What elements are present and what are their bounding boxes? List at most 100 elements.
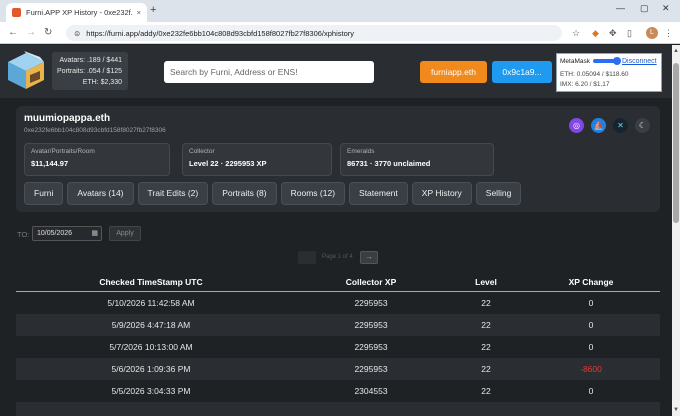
metamask-panel: MetaMask Disconnect ETH: 0.05094 / $118.… (556, 53, 662, 92)
calendar-icon[interactable]: ▦ (91, 227, 98, 240)
collector-label: Collector (189, 148, 215, 155)
scrollbar-thumb[interactable] (673, 63, 679, 223)
window-close-icon[interactable]: ✕ (662, 3, 670, 14)
cell-timestamp: 5/7/2026 10:13:00 AM (109, 342, 193, 352)
metamask-extension-icon[interactable]: ◆ (592, 28, 599, 39)
metamask-label: MetaMask (560, 57, 590, 65)
cell-xp-change: 0 (588, 386, 594, 396)
cell-xp-change: 0 (588, 320, 594, 330)
table-row: 5/10/2026 11:42:58 AM 2295953 22 0 (16, 292, 660, 314)
url-field[interactable]: ⊜ https://furni.app/addy/0xe232fe6bb104c… (66, 25, 562, 41)
tab-selling[interactable]: Selling (475, 182, 522, 205)
cell-xp-change: -8600 (580, 364, 602, 374)
url-text: https://furni.app/addy/0xe232fe6bb104c80… (86, 28, 355, 38)
table-row: 5/9/2026 4:47:18 AM 2295953 22 0 (16, 314, 660, 336)
scroll-down-icon[interactable]: ▼ (672, 406, 680, 414)
value-amount: $11,144.97 (31, 159, 69, 168)
browser-tab-bar: Furni.APP XP History - 0xe232f... × + — … (0, 0, 680, 22)
metamask-toggle[interactable] (592, 57, 621, 65)
emeralds-label: Emeralds (347, 148, 375, 155)
profile-nav: Furni Avatars (14) Trait Edits (2) Portr… (24, 182, 522, 205)
cell-collector-xp: 2295953 (354, 320, 388, 330)
col-level[interactable]: Level (446, 277, 526, 287)
cell-level: 22 (481, 342, 491, 352)
table-header: Checked TimeStamp UTC Collector XP Level… (16, 273, 660, 292)
tab-trait-edits[interactable]: Trait Edits (2) (137, 182, 209, 205)
cell-level: 22 (481, 298, 491, 308)
back-icon[interactable]: ← (8, 27, 18, 38)
reload-icon[interactable]: ↻ (44, 27, 52, 38)
cell-level: 22 (481, 320, 491, 330)
side-panel-icon[interactable]: ▯ (627, 28, 632, 39)
next-page-button[interactable]: → (360, 251, 378, 264)
app-header: Avatars: .189 / $441 Portraits: .054 / $… (0, 45, 672, 98)
col-xp-change[interactable]: XP Change (536, 277, 646, 287)
tab-statement[interactable]: Statement (349, 182, 408, 205)
apply-button[interactable]: Apply (109, 226, 141, 241)
furni-logo-icon[interactable] (4, 49, 48, 93)
tab-portraits[interactable]: Portraits (8) (212, 182, 277, 205)
price-stats-panel: Avatars: .189 / $441 Portraits: .054 / $… (52, 52, 128, 90)
profile-avatar[interactable]: L (646, 27, 658, 39)
page-indicator: Page 1 of 4 (322, 254, 353, 260)
minimize-icon[interactable]: — (616, 3, 625, 13)
value-box: Avatar/Portraits/Room $11,144.97 (24, 143, 170, 176)
site-info-icon[interactable]: ⊜ (74, 29, 80, 38)
page-scrollbar[interactable]: ▲ ▼ (672, 45, 680, 416)
moon-icon[interactable]: ☾ (635, 118, 650, 133)
metamask-eth-balance: ETH: 0.05094 / $118.60 (560, 71, 629, 78)
emeralds-value: 86731 · 3770 unclaimed (347, 159, 431, 168)
to-label: TO: (17, 230, 30, 239)
tab-furni[interactable]: Furni (24, 182, 64, 205)
new-tab-button[interactable]: + (150, 4, 156, 16)
search-input[interactable]: Search by Furni, Address or ENS! (164, 61, 374, 83)
immutable-x-icon[interactable]: ✕ (613, 118, 628, 133)
metamask-imx-balance: IMX: 6.20 / $1.17 (560, 81, 610, 88)
wallet-address-button[interactable]: 0x9c1a9... (492, 61, 552, 83)
cell-collector-xp: 2304553 (354, 386, 388, 396)
table-row: 5/6/2026 1:09:36 PM 2295953 22 -8600 (16, 358, 660, 380)
profile-name: muumiopappa.eth (24, 113, 111, 124)
extensions-icon[interactable]: ✥ (609, 28, 617, 39)
scroll-up-icon[interactable]: ▲ (672, 47, 680, 55)
address-bar: ← → ↻ ⊜ https://furni.app/addy/0xe232fe6… (0, 22, 680, 44)
table-row: 5/7/2026 10:13:00 AM 2295953 22 0 (16, 336, 660, 358)
to-date-input[interactable]: 10/05/2026 ▦ (32, 226, 102, 241)
emeralds-box: Emeralds 86731 · 3770 unclaimed (340, 143, 494, 176)
table-row-partial (16, 402, 660, 416)
profile-card: muumiopappa.eth 0xe232fe6bb104c808d93cbf… (16, 106, 660, 212)
cell-timestamp: 5/5/2026 3:04:33 PM (111, 386, 191, 396)
cell-timestamp: 5/6/2026 1:09:36 PM (111, 364, 191, 374)
col-timestamp[interactable]: Checked TimeStamp UTC (76, 277, 226, 287)
browser-tab[interactable]: Furni.APP XP History - 0xe232f... × (6, 3, 147, 22)
polygon-icon[interactable]: ◎ (569, 118, 584, 133)
prev-page-button[interactable] (298, 251, 316, 264)
tab-close-icon[interactable]: × (137, 8, 141, 17)
cell-timestamp: 5/9/2026 4:47:18 AM (111, 320, 191, 330)
opensea-icon[interactable]: ⛵ (591, 118, 606, 133)
portraits-price: Portraits: .054 / $125 (57, 68, 122, 75)
cell-collector-xp: 2295953 (354, 342, 388, 352)
ens-button[interactable]: furniapp.eth (420, 61, 487, 83)
disconnect-link[interactable]: Disconnect (622, 58, 657, 65)
browser-menu-icon[interactable]: ⋮ (664, 28, 673, 39)
table-row: 5/5/2026 3:04:33 PM 2304553 22 0 (16, 380, 660, 402)
site-favicon-icon (12, 8, 21, 17)
to-date-value: 10/05/2026 (37, 230, 73, 237)
bookmark-star-icon[interactable]: ☆ (572, 28, 580, 39)
collector-box: Collector Level 22 · 2295953 XP (182, 143, 332, 176)
col-collector-xp[interactable]: Collector XP (306, 277, 436, 287)
tab-title: Furni.APP XP History - 0xe232f... (26, 8, 133, 17)
tab-avatars[interactable]: Avatars (14) (67, 182, 134, 205)
eth-price: ETH: $2,330 (82, 79, 122, 86)
cell-xp-change: 0 (588, 298, 594, 308)
tab-xp-history[interactable]: XP History (411, 182, 472, 205)
cell-collector-xp: 2295953 (354, 364, 388, 374)
forward-icon[interactable]: → (26, 27, 36, 38)
cell-level: 22 (481, 386, 491, 396)
cell-level: 22 (481, 364, 491, 374)
cell-timestamp: 5/10/2026 11:42:58 AM (107, 298, 195, 308)
maximize-icon[interactable]: ▢ (640, 3, 649, 14)
tab-rooms[interactable]: Rooms (12) (280, 182, 346, 205)
profile-address: 0xe232fe6bb104c808d93cbfd158f8027fb27f83… (24, 127, 166, 134)
